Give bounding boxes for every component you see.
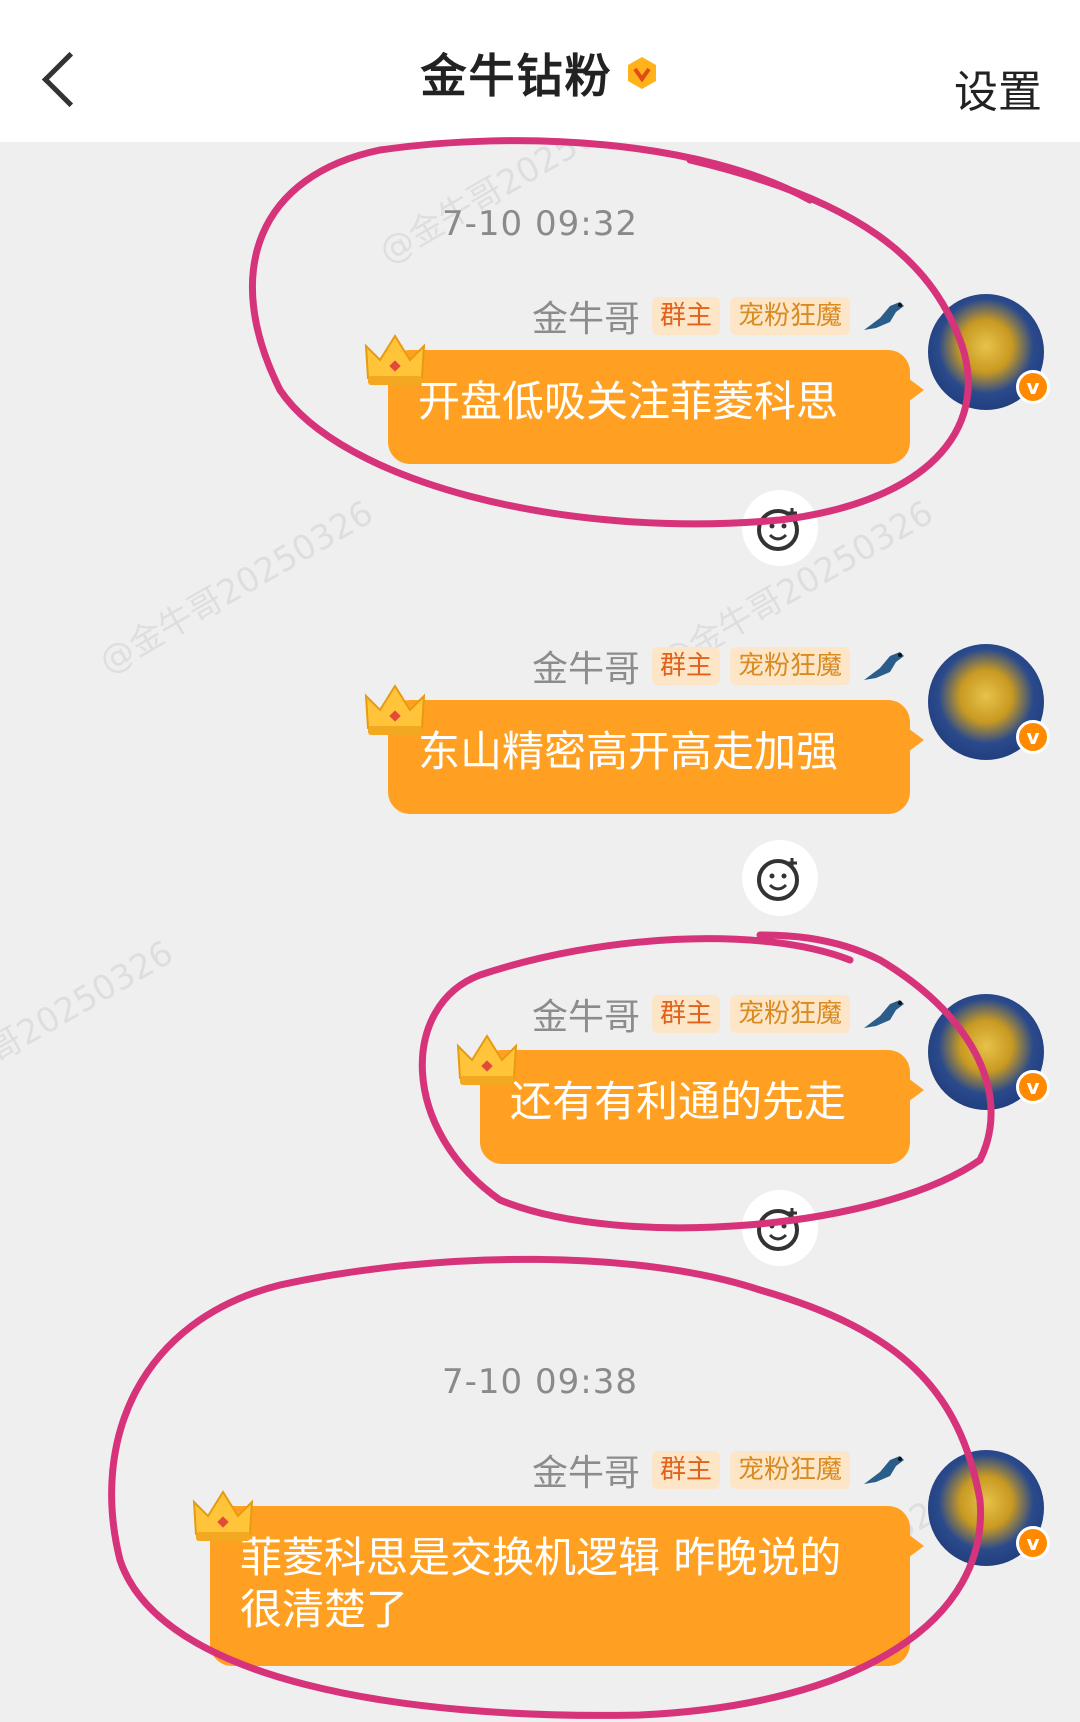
avatar-verified-icon: v (1016, 1526, 1050, 1560)
avatar[interactable]: v (928, 294, 1050, 410)
watermark: @金牛哥20250326 (0, 932, 181, 1123)
bird-icon (864, 1456, 904, 1484)
crown-icon (364, 334, 426, 385)
message-bubble[interactable]: 东山精密高开高走加强 (388, 700, 924, 814)
message-meta: 金牛哥 群主 宠粉狂魔 (532, 1448, 908, 1494)
add-reaction-icon[interactable] (742, 490, 818, 566)
bird-icon (864, 1000, 904, 1028)
add-reaction-icon[interactable] (742, 840, 818, 916)
message-text: 还有有利通的先走 (510, 1077, 847, 1126)
message-bubble[interactable]: 还有有利通的先走 (480, 1050, 924, 1164)
timestamp: 7-10 09:38 (442, 1362, 638, 1402)
bird-icon (864, 302, 904, 330)
sender-name[interactable]: 金牛哥 (532, 640, 640, 692)
timestamp: 7-10 09:32 (442, 204, 638, 244)
vip-icon (627, 57, 656, 89)
avatar[interactable]: v (928, 644, 1050, 760)
bird-icon (864, 652, 904, 680)
title-area: 金牛钻粉 (0, 40, 1080, 106)
owner-tag: 群主 (651, 1451, 720, 1489)
fan-tag: 宠粉狂魔 (729, 647, 850, 685)
avatar-verified-icon: v (1016, 370, 1050, 404)
message-text: 菲菱科思是交换机逻辑 昨晚说的很清楚了 (240, 1533, 842, 1634)
owner-tag: 群主 (651, 647, 720, 685)
owner-tag: 群主 (651, 995, 720, 1033)
add-reaction-icon[interactable] (742, 1190, 818, 1266)
message-bubble[interactable]: 菲菱科思是交换机逻辑 昨晚说的很清楚了 (210, 1506, 924, 1666)
message-meta: 金牛哥 群主 宠粉狂魔 (532, 644, 908, 690)
message-meta: 金牛哥 群主 宠粉狂魔 (532, 992, 908, 1038)
message-text: 东山精密高开高走加强 (418, 727, 839, 776)
top-nav-bar: 金牛钻粉 设置 (0, 0, 1080, 142)
crown-icon (192, 1490, 254, 1541)
chat-screen: @金牛哥20250326 @金牛哥20250326 @金牛哥20250326 @… (0, 0, 1080, 1722)
crown-icon (456, 1034, 518, 1085)
fan-tag: 宠粉狂魔 (729, 995, 850, 1033)
avatar[interactable]: v (928, 994, 1050, 1110)
message-bubble[interactable]: 开盘低吸关注菲菱科思 (388, 350, 924, 464)
sender-name[interactable]: 金牛哥 (532, 988, 640, 1040)
crown-icon (364, 684, 426, 735)
avatar[interactable]: v (928, 1450, 1050, 1566)
owner-tag: 群主 (651, 297, 720, 335)
message-meta: 金牛哥 群主 宠粉狂魔 (532, 294, 908, 340)
avatar-verified-icon: v (1016, 720, 1050, 754)
group-title: 金牛钻粉 (420, 49, 613, 103)
avatar-verified-icon: v (1016, 1070, 1050, 1104)
fan-tag: 宠粉狂魔 (729, 1451, 850, 1489)
fan-tag: 宠粉狂魔 (729, 297, 850, 335)
sender-name[interactable]: 金牛哥 (532, 1444, 640, 1496)
settings-button[interactable]: 设置 (954, 56, 1042, 120)
watermark: @金牛哥20250326 (92, 492, 381, 683)
sender-name[interactable]: 金牛哥 (532, 290, 640, 342)
message-text: 开盘低吸关注菲菱科思 (418, 377, 839, 426)
